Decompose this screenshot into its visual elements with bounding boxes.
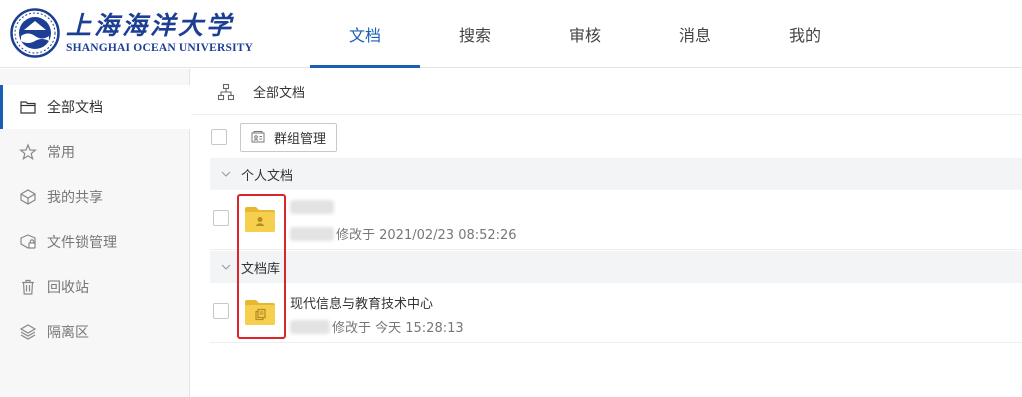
share-icon [19, 188, 37, 206]
list-item-library-document[interactable]: 现代信息与教育技术中心 修改于 今天 15:28:13 [210, 283, 1022, 343]
nav-tab-review[interactable]: 审核 [530, 0, 640, 68]
list-item-personal-document[interactable]: 修改于 2021/02/23 08:52:26 [210, 190, 1022, 250]
sidebar-item-favorites[interactable]: 常用 [0, 130, 190, 174]
top-header: 上海海洋大学 SHANGHAI OCEAN UNIVERSITY 文档 搜索 审… [0, 0, 1022, 68]
sidebar: 全部文档 常用 我的共享 文件锁管理 回收站 隔离区 [0, 69, 190, 397]
folder-outline-icon [19, 98, 37, 116]
group-management-button[interactable]: 群组管理 [240, 122, 338, 152]
modified-time: 修改于 今天 15:28:13 [332, 321, 464, 336]
sidebar-item-quarantine[interactable]: 隔离区 [0, 310, 190, 354]
main-content: 全部文档 群组管理 个人文档 修改于 2021/02/23 08:52:26 文… [191, 69, 1022, 397]
sidebar-item-recycle-bin[interactable]: 回收站 [0, 265, 190, 309]
document-meta: 修改于 2021/02/23 08:52:26 [290, 224, 517, 243]
personal-folder-icon [245, 207, 275, 232]
section-title: 文档库 [241, 261, 281, 277]
nav-tab-documents[interactable]: 文档 [310, 0, 420, 68]
main-nav: 文档 搜索 审核 消息 我的 [310, 0, 860, 68]
sidebar-item-file-lock[interactable]: 文件锁管理 [0, 220, 190, 264]
sidebar-item-label: 常用 [47, 145, 75, 161]
breadcrumb-current[interactable]: 全部文档 [253, 82, 305, 101]
section-personal-documents[interactable]: 个人文档 [210, 158, 1022, 190]
sidebar-item-label: 全部文档 [47, 100, 103, 116]
sidebar-item-label: 文件锁管理 [47, 235, 117, 251]
sidebar-item-label: 隔离区 [47, 325, 89, 341]
breadcrumb: 全部文档 [191, 69, 1022, 115]
sidebar-item-my-shares[interactable]: 我的共享 [0, 175, 190, 219]
nav-tab-search[interactable]: 搜索 [420, 0, 530, 68]
trash-icon [19, 278, 37, 296]
layers-icon [19, 323, 37, 341]
row-checkbox[interactable] [213, 210, 229, 226]
hierarchy-icon [217, 83, 235, 100]
toolbar: 群组管理 [211, 122, 338, 152]
sidebar-item-label: 我的共享 [47, 190, 103, 206]
university-emblem-icon [10, 8, 60, 58]
chevron-down-icon [221, 171, 231, 177]
nav-tab-mine[interactable]: 我的 [750, 0, 860, 68]
sidebar-item-label: 回收站 [47, 280, 89, 296]
sidebar-item-all-documents[interactable]: 全部文档 [0, 85, 190, 129]
group-card-icon [251, 131, 265, 143]
document-name-redacted [290, 200, 334, 218]
chevron-down-icon [221, 264, 231, 270]
modified-time: 修改于 2021/02/23 08:52:26 [336, 228, 517, 243]
row-checkbox[interactable] [213, 303, 229, 319]
library-folder-icon [245, 300, 275, 325]
section-document-library[interactable]: 文档库 [210, 251, 1022, 283]
document-name: 现代信息与教育技术中心 [290, 297, 434, 312]
logo-name-en: SHANGHAI OCEAN UNIVERSITY [66, 42, 254, 54]
document-meta: 修改于 今天 15:28:13 [290, 317, 464, 336]
star-icon [19, 143, 37, 161]
university-logo[interactable]: 上海海洋大学 SHANGHAI OCEAN UNIVERSITY [10, 8, 253, 58]
logo-name-cn: 上海海洋大学 [66, 11, 235, 40]
nav-tab-messages[interactable]: 消息 [640, 0, 750, 68]
section-title: 个人文档 [241, 168, 294, 184]
select-all-checkbox[interactable] [211, 129, 227, 145]
file-lock-icon [19, 233, 37, 251]
group-management-label: 群组管理 [274, 131, 327, 147]
